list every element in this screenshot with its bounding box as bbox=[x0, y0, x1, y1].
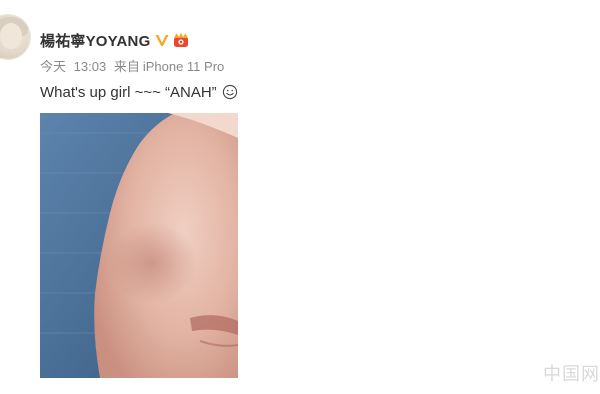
vip-member-icon[interactable] bbox=[171, 31, 191, 49]
post-meta: 今天 13:03 来自 iPhone 11 Pro bbox=[40, 56, 224, 75]
author-avatar[interactable] bbox=[0, 15, 30, 59]
post-source-prefix: 来自 bbox=[113, 59, 140, 74]
smile-emoji-icon bbox=[222, 84, 238, 100]
post-time[interactable]: 13:03 bbox=[74, 59, 107, 74]
post-body: What's up girl ~~~ “ANAH” bbox=[40, 82, 238, 102]
author-name[interactable]: 楊祐寧YOYANG bbox=[40, 30, 150, 51]
weibo-post-page: 楊祐寧YOYANG 今天 13:03 来自 iPhone 11 Pro What'… bbox=[0, 0, 600, 394]
post-date[interactable]: 今天 bbox=[40, 59, 66, 74]
post-text: What's up girl ~~~ “ANAH” bbox=[40, 83, 217, 101]
post-source-device[interactable]: iPhone 11 Pro bbox=[143, 59, 224, 74]
post-photo[interactable] bbox=[40, 113, 238, 378]
watermark-text: 中国网 bbox=[543, 364, 600, 384]
avatar-face bbox=[0, 23, 22, 49]
verified-badge-icon[interactable] bbox=[154, 32, 170, 48]
author-row: 楊祐寧YOYANG bbox=[40, 29, 191, 51]
